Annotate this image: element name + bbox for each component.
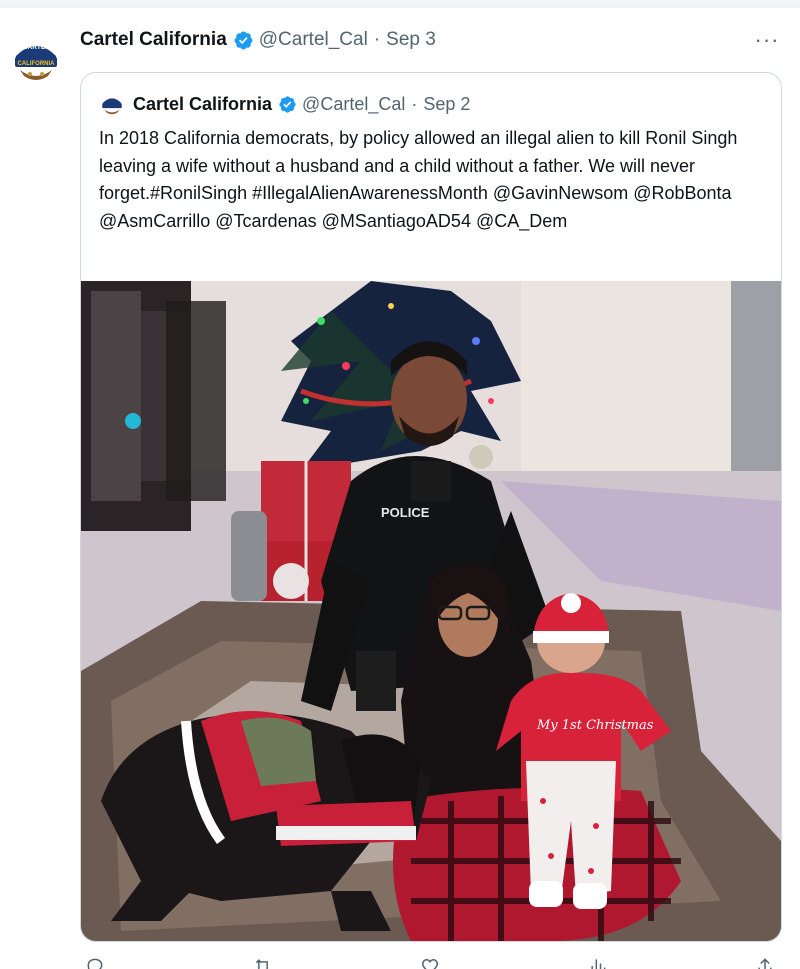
police-patch: POLICE (381, 505, 430, 520)
verified-badge-icon (279, 95, 296, 113)
views-button[interactable] (583, 956, 613, 969)
top-divider (0, 0, 800, 8)
quoted-author-handle[interactable]: @Cartel_Cal (302, 94, 405, 115)
svg-text:CALIFORNIA: CALIFORNIA (18, 61, 56, 67)
cartel-california-logo-small (99, 91, 125, 117)
reply-icon (87, 958, 103, 969)
share-button[interactable] (750, 956, 780, 969)
quoted-tweet-date[interactable]: Sep 2 (423, 94, 470, 115)
meta-separator: · (373, 29, 381, 50)
quoted-author-avatar[interactable] (99, 91, 125, 117)
quoted-tweet-text: In 2018 California democrats, by policy … (99, 128, 738, 231)
retweet-button[interactable] (248, 956, 278, 969)
author-handle[interactable]: @Cartel_Cal (259, 29, 368, 51)
tweet-photo[interactable]: POLICE My 1st Christmas (81, 281, 781, 941)
like-icon (421, 958, 439, 969)
reply-button[interactable] (80, 956, 110, 969)
tweet-header: Cartel California @Cartel_Cal · Sep 3 (80, 26, 436, 54)
retweet-icon (255, 959, 269, 969)
quoted-tweet[interactable]: Cartel California @Cartel_Cal · Sep 2 In… (80, 72, 782, 942)
quoted-tweet-header: Cartel California @Cartel_Cal · Sep 2 (99, 91, 470, 117)
svg-text:CARTEL: CARTEL (23, 44, 49, 51)
tweet-date[interactable]: Sep 3 (386, 29, 436, 51)
quoted-author-name[interactable]: Cartel California (133, 94, 272, 115)
more-icon: ··· (754, 27, 780, 52)
verified-badge-icon (234, 31, 253, 49)
family-photo-illustration: POLICE My 1st Christmas (81, 281, 781, 941)
author-name[interactable]: Cartel California (80, 29, 227, 51)
share-icon (758, 958, 772, 969)
tweet[interactable]: CARTEL CALIFORNIA Cartel California @Car… (0, 8, 800, 969)
cartel-california-logo: CARTEL CALIFORNIA (9, 31, 63, 85)
views-icon (590, 959, 605, 969)
more-options-button[interactable]: ··· (752, 27, 782, 52)
tweet-action-bar (80, 956, 780, 969)
author-avatar[interactable]: CARTEL CALIFORNIA (8, 30, 64, 86)
onesie-text: My 1st Christmas (536, 718, 654, 733)
meta-separator: · (411, 93, 418, 114)
like-button[interactable] (415, 956, 445, 969)
